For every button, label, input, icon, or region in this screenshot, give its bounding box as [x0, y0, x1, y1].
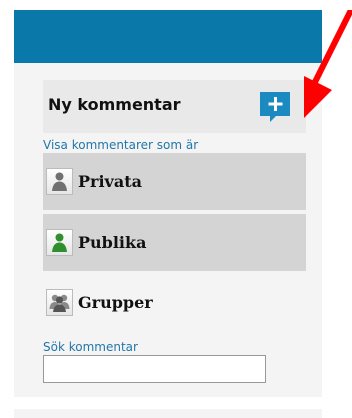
- search-comment-input[interactable]: [43, 355, 266, 383]
- new-comment-label: Ny kommentar: [48, 95, 181, 114]
- header-bar: [14, 10, 322, 63]
- new-comment-row: Ny kommentar: [43, 80, 306, 133]
- filter-label: Visa kommentarer som är: [43, 138, 199, 152]
- filter-option-label: Privata: [78, 172, 142, 191]
- plus-icon: [260, 92, 290, 122]
- filter-option-label: Grupper: [78, 293, 153, 312]
- user-icon: [46, 229, 73, 256]
- group-icon: [46, 289, 73, 316]
- filter-option-grupper[interactable]: Grupper: [43, 274, 306, 331]
- filter-option-label: Publika: [78, 233, 147, 252]
- add-comment-button[interactable]: [257, 89, 293, 125]
- annotation-arrow-icon: [304, 10, 352, 118]
- panel-bottom-strip: [14, 409, 322, 418]
- filter-option-publika[interactable]: Publika: [43, 214, 306, 271]
- filter-option-privata[interactable]: Privata: [43, 153, 306, 210]
- search-label: Sök kommentar: [43, 340, 138, 354]
- user-icon: [46, 168, 73, 195]
